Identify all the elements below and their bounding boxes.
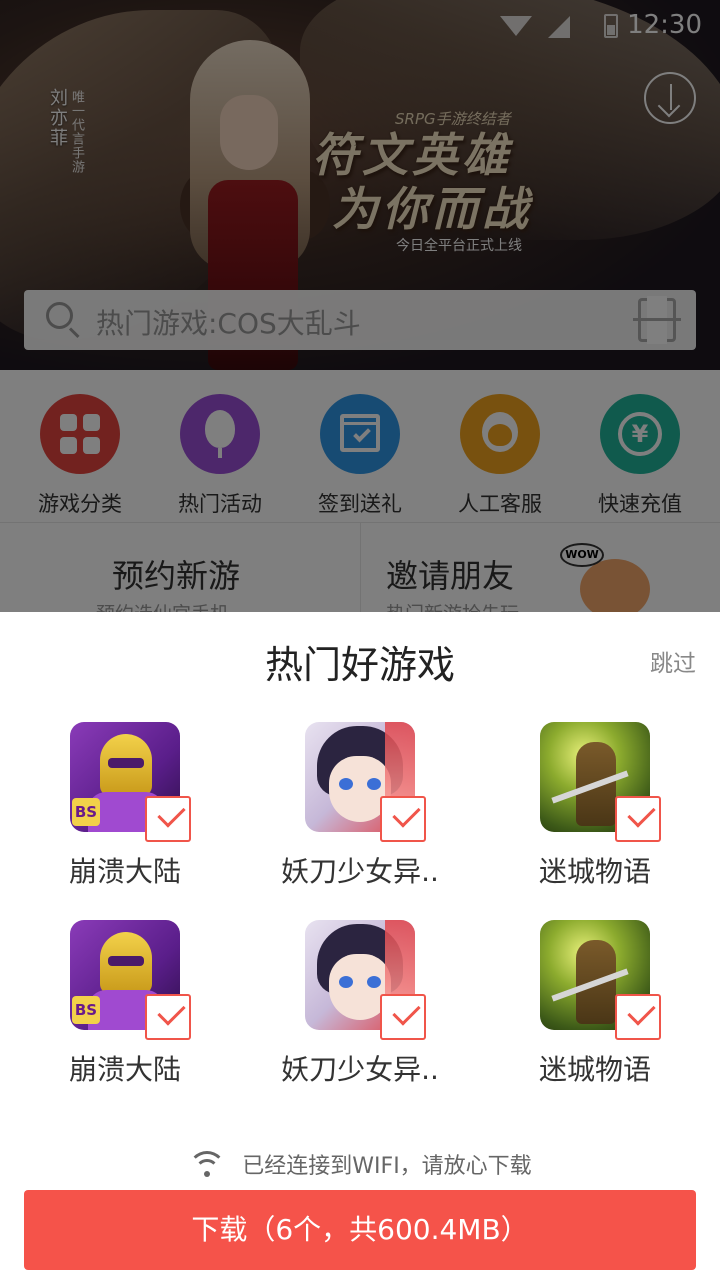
- game-name: 崩溃大陆: [68, 855, 181, 888]
- download-button[interactable]: 下载（6个，共600.4MB）: [24, 1190, 696, 1270]
- checkbox-checked-icon[interactable]: [145, 796, 191, 842]
- wifi-icon: [188, 1151, 227, 1177]
- game-name: 妖刀少女异..: [281, 855, 439, 888]
- skip-button[interactable]: 跳过: [650, 644, 696, 678]
- game-item[interactable]: 妖刀少女异..: [260, 920, 460, 1088]
- game-item[interactable]: 迷城物语: [495, 722, 695, 890]
- game-item[interactable]: 迷城物语: [495, 920, 695, 1088]
- checkbox-checked-icon[interactable]: [380, 796, 426, 842]
- checkbox-checked-icon[interactable]: [145, 994, 191, 1040]
- game-name: 妖刀少女异..: [281, 1053, 439, 1086]
- game-name: 迷城物语: [538, 1053, 651, 1086]
- sheet-title: 热门好游戏: [264, 643, 455, 687]
- wifi-notice: 已经连接到WIFI，请放心下载: [0, 1148, 720, 1180]
- checkbox-checked-icon[interactable]: [615, 796, 661, 842]
- recommend-sheet: 热门好游戏 跳过 BS 崩溃大陆 妖刀少女异.. 迷城物语 BS 崩溃大陆 妖刀…: [0, 612, 720, 1280]
- modal-overlay[interactable]: [0, 0, 720, 612]
- game-item[interactable]: BS 崩溃大陆: [25, 722, 225, 890]
- game-name: 崩溃大陆: [68, 1053, 181, 1086]
- wifi-notice-text: 已经连接到WIFI，请放心下载: [242, 1154, 532, 1179]
- game-item[interactable]: BS 崩溃大陆: [25, 920, 225, 1088]
- checkbox-checked-icon[interactable]: [615, 994, 661, 1040]
- game-name: 迷城物语: [538, 855, 651, 888]
- game-item[interactable]: 妖刀少女异..: [260, 722, 460, 890]
- checkbox-checked-icon[interactable]: [380, 994, 426, 1040]
